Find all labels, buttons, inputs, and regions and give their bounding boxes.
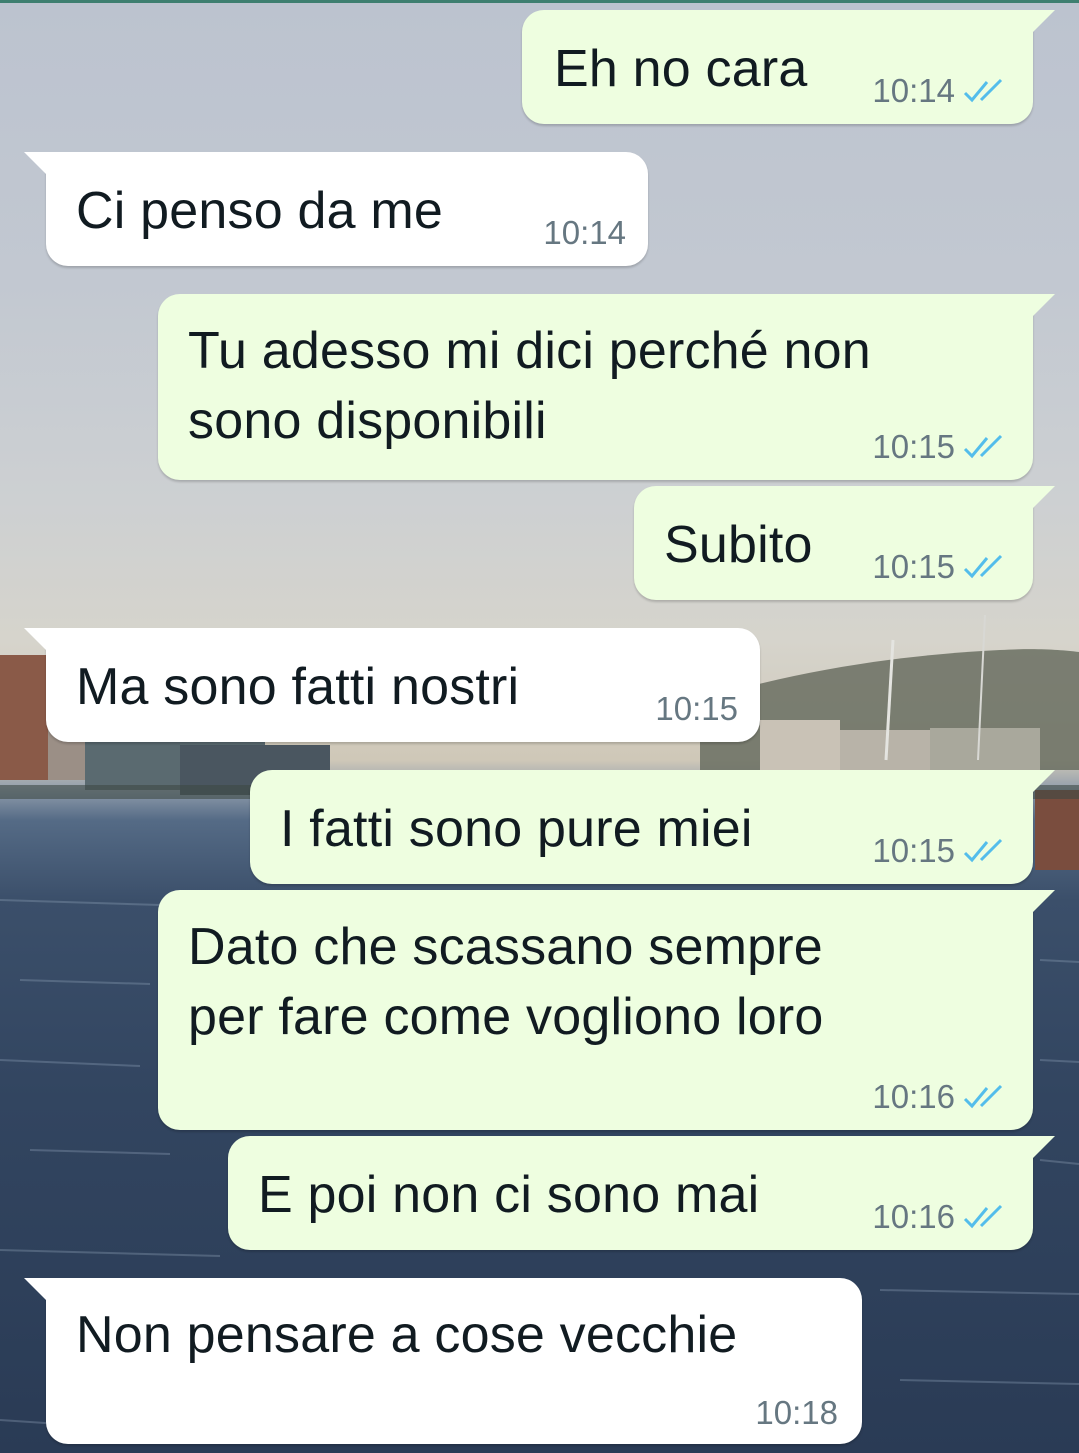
message-timestamp: 10:16 (872, 1078, 955, 1115)
double-check-read-icon (963, 78, 1003, 103)
double-check-read-icon (963, 1204, 1003, 1229)
message-bubble-outgoing[interactable]: Eh no cara 10:14 (522, 10, 1055, 124)
message-text-line-1: Dato che scassano sempre (188, 918, 823, 976)
message-text: Eh no cara (554, 40, 808, 98)
message-text: Subito (664, 516, 813, 574)
message-timestamp: 10:15 (872, 548, 955, 585)
double-check-read-icon (963, 434, 1003, 459)
message-text: E poi non ci sono mai (258, 1166, 760, 1224)
message-bubble-outgoing[interactable]: Tu adesso mi dici perché non sono dispon… (158, 294, 1055, 480)
message-bubble-outgoing[interactable]: Subito 10:15 (634, 486, 1055, 600)
message-meta: 10:15 (872, 430, 1007, 464)
message-bubble-incoming[interactable]: Ma sono fatti nostri 10:15 (24, 628, 760, 742)
message-timestamp: 10:16 (872, 1198, 955, 1235)
message-timestamp: 10:18 (755, 1394, 838, 1431)
message-meta: 10:14 (543, 216, 626, 250)
message-meta: 10:16 (872, 1080, 1007, 1114)
message-timestamp: 10:14 (872, 72, 955, 109)
message-text: Ci penso da me (76, 182, 444, 240)
message-bubble-outgoing[interactable]: E poi non ci sono mai 10:16 (228, 1136, 1055, 1250)
message-meta: 10:18 (755, 1396, 838, 1430)
double-check-read-icon (963, 838, 1003, 863)
double-check-read-icon (963, 554, 1003, 579)
message-text: Non pensare a cose vecchie (76, 1306, 738, 1364)
message-timestamp: 10:14 (543, 214, 626, 251)
message-meta: 10:14 (872, 74, 1007, 108)
message-text: I fatti sono pure miei (280, 800, 753, 858)
message-bubble-incoming[interactable]: Ci penso da me 10:14 (24, 152, 648, 266)
message-bubble-outgoing[interactable]: Dato che scassano sempre per fare come v… (158, 890, 1055, 1130)
message-text: Ma sono fatti nostri (76, 658, 520, 716)
message-bubble-outgoing[interactable]: I fatti sono pure miei 10:15 (250, 770, 1055, 884)
message-bubble-incoming[interactable]: Non pensare a cose vecchie 10:18 (24, 1278, 862, 1444)
message-meta: 10:16 (872, 1200, 1007, 1234)
message-timestamp: 10:15 (872, 428, 955, 465)
message-meta: 10:15 (872, 834, 1007, 868)
message-meta: 10:15 (655, 692, 738, 726)
message-text-line-2: per fare come vogliono loro (188, 988, 824, 1046)
double-check-read-icon (963, 1084, 1003, 1109)
message-timestamp: 10:15 (872, 832, 955, 869)
message-timestamp: 10:15 (655, 690, 738, 727)
message-text-line-2: sono disponibili (188, 392, 547, 450)
message-meta: 10:15 (872, 550, 1007, 584)
message-text-line-1: Tu adesso mi dici perché non (188, 322, 871, 380)
